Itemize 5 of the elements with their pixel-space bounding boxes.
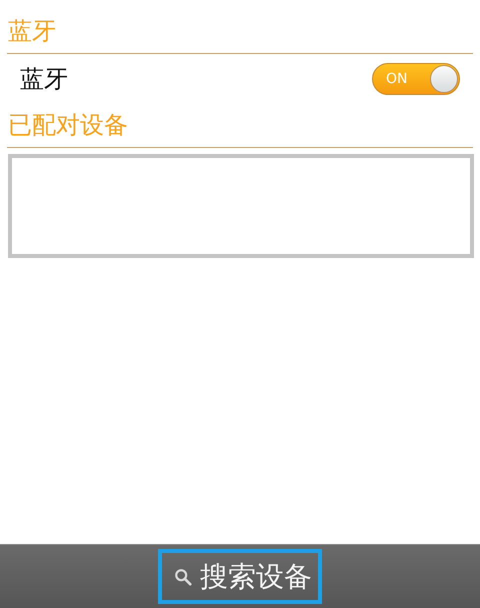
bluetooth-label: 蓝牙: [20, 64, 68, 95]
section-title: 蓝牙: [7, 16, 57, 46]
search-icon: [174, 568, 192, 586]
section-title: 已配对设备: [7, 110, 129, 140]
search-button[interactable]: 搜索设备: [158, 549, 322, 604]
